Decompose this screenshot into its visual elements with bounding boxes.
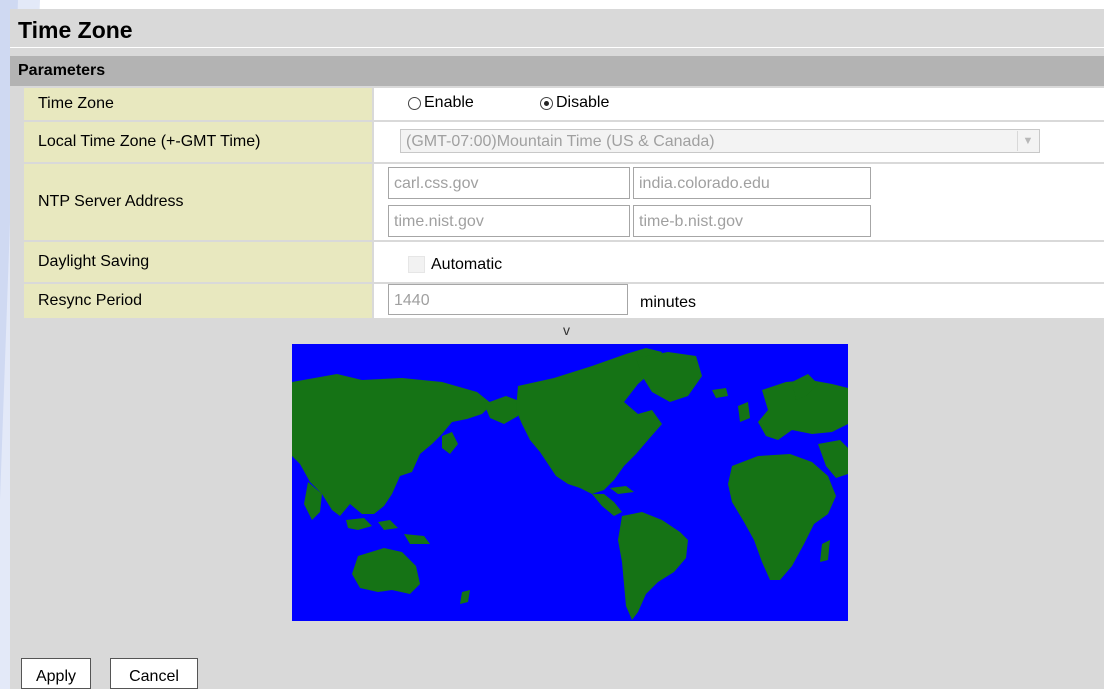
world-map[interactable] [292, 344, 848, 621]
time-zone-marker: v [563, 322, 570, 338]
resync-unit-label: minutes [640, 294, 697, 311]
automatic-checkbox[interactable] [408, 256, 425, 273]
local-time-zone-value: (GMT-07:00)Mountain Time (US & Canada) ▼ [374, 122, 1104, 162]
ntp-server-4-input[interactable]: time-b.nist.gov [633, 205, 871, 237]
cancel-button[interactable]: Cancel [110, 658, 198, 689]
local-time-zone-label: Local Time Zone (+-GMT Time) [24, 122, 372, 162]
time-zone-label: Time Zone [24, 88, 372, 120]
resync-period-value: 1440 minutes [374, 284, 1104, 318]
ntp-server-label: NTP Server Address [24, 164, 372, 240]
resync-period-input[interactable]: 1440 [388, 284, 628, 315]
ntp-server-2-input[interactable]: india.colorado.edu [633, 167, 871, 199]
ntp-server-3-input[interactable]: time.nist.gov [388, 205, 630, 237]
disable-radio-label: Disable [556, 94, 610, 111]
local-time-zone-row: Local Time Zone (+-GMT Time) (GMT-07:00)… [24, 122, 1104, 162]
automatic-label: Automatic [431, 256, 503, 273]
resync-period-row: Resync Period 1440 minutes [24, 284, 1104, 318]
daylight-saving-label: Daylight Saving [24, 242, 372, 282]
parameters-section-header: Parameters [10, 56, 1104, 86]
page-header: Time Zone [10, 9, 1104, 48]
daylight-saving-row: Daylight Saving Automatic [24, 242, 1104, 282]
apply-button[interactable]: Apply [21, 658, 91, 689]
disable-radio-button[interactable] [540, 96, 553, 110]
local-time-zone-select[interactable]: (GMT-07:00)Mountain Time (US & Canada) ▼ [400, 129, 1040, 153]
enable-radio-label: Enable [424, 94, 474, 111]
daylight-saving-value: Automatic [374, 242, 1104, 282]
section-title: Parameters [18, 62, 106, 79]
chevron-down-icon[interactable]: ▼ [1017, 131, 1038, 151]
ntp-server-1-input[interactable]: carl.css.gov [388, 167, 630, 199]
ntp-server-inputs: carl.css.gov india.colorado.edu time.nis… [374, 164, 1104, 240]
page-title: Time Zone [18, 17, 133, 43]
enable-radio-button[interactable] [408, 96, 421, 110]
time-zone-row: Time Zone Enable Disable [24, 88, 1104, 120]
ntp-server-row: NTP Server Address carl.css.gov india.co… [24, 164, 1104, 240]
resync-period-label: Resync Period [24, 284, 372, 318]
time-zone-options: Enable Disable [374, 88, 1104, 120]
disable-radio-option[interactable]: Disable [540, 94, 609, 112]
enable-radio-option[interactable]: Enable [408, 94, 474, 112]
local-time-zone-selected: (GMT-07:00)Mountain Time (US & Canada) [406, 133, 715, 150]
